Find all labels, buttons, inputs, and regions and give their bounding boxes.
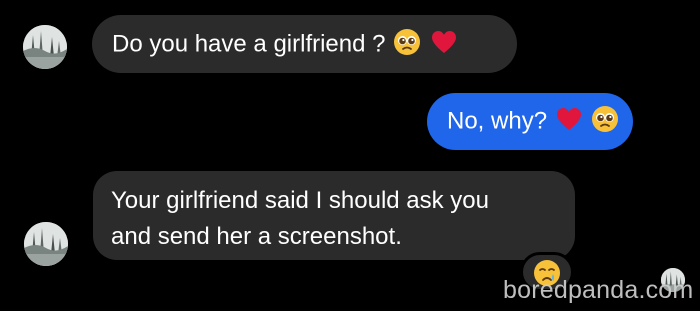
message-text: No, why?	[447, 107, 548, 135]
pleading-face-emoji	[394, 28, 421, 55]
incoming-message-bubble[interactable]: Your girlfriend said I should ask you an…	[93, 171, 575, 260]
incoming-message-bubble[interactable]: Do you have a girlfriend ?	[92, 15, 517, 73]
red-heart-emoji	[556, 107, 581, 130]
avatar-icon	[23, 25, 67, 69]
avatar[interactable]	[23, 25, 67, 69]
message-text: Do you have a girlfriend ?	[112, 30, 386, 58]
avatar[interactable]	[24, 222, 68, 266]
message-text-line: Your girlfriend said I should ask you	[111, 187, 489, 214]
avatar-icon	[24, 222, 68, 266]
red-heart-emoji	[431, 30, 456, 53]
pleading-face-emoji	[592, 105, 619, 132]
watermark: boredpanda.com	[503, 276, 694, 304]
message-text-line: and send her a screenshot.	[111, 223, 402, 250]
outgoing-message-bubble[interactable]: No, why?	[427, 93, 633, 150]
